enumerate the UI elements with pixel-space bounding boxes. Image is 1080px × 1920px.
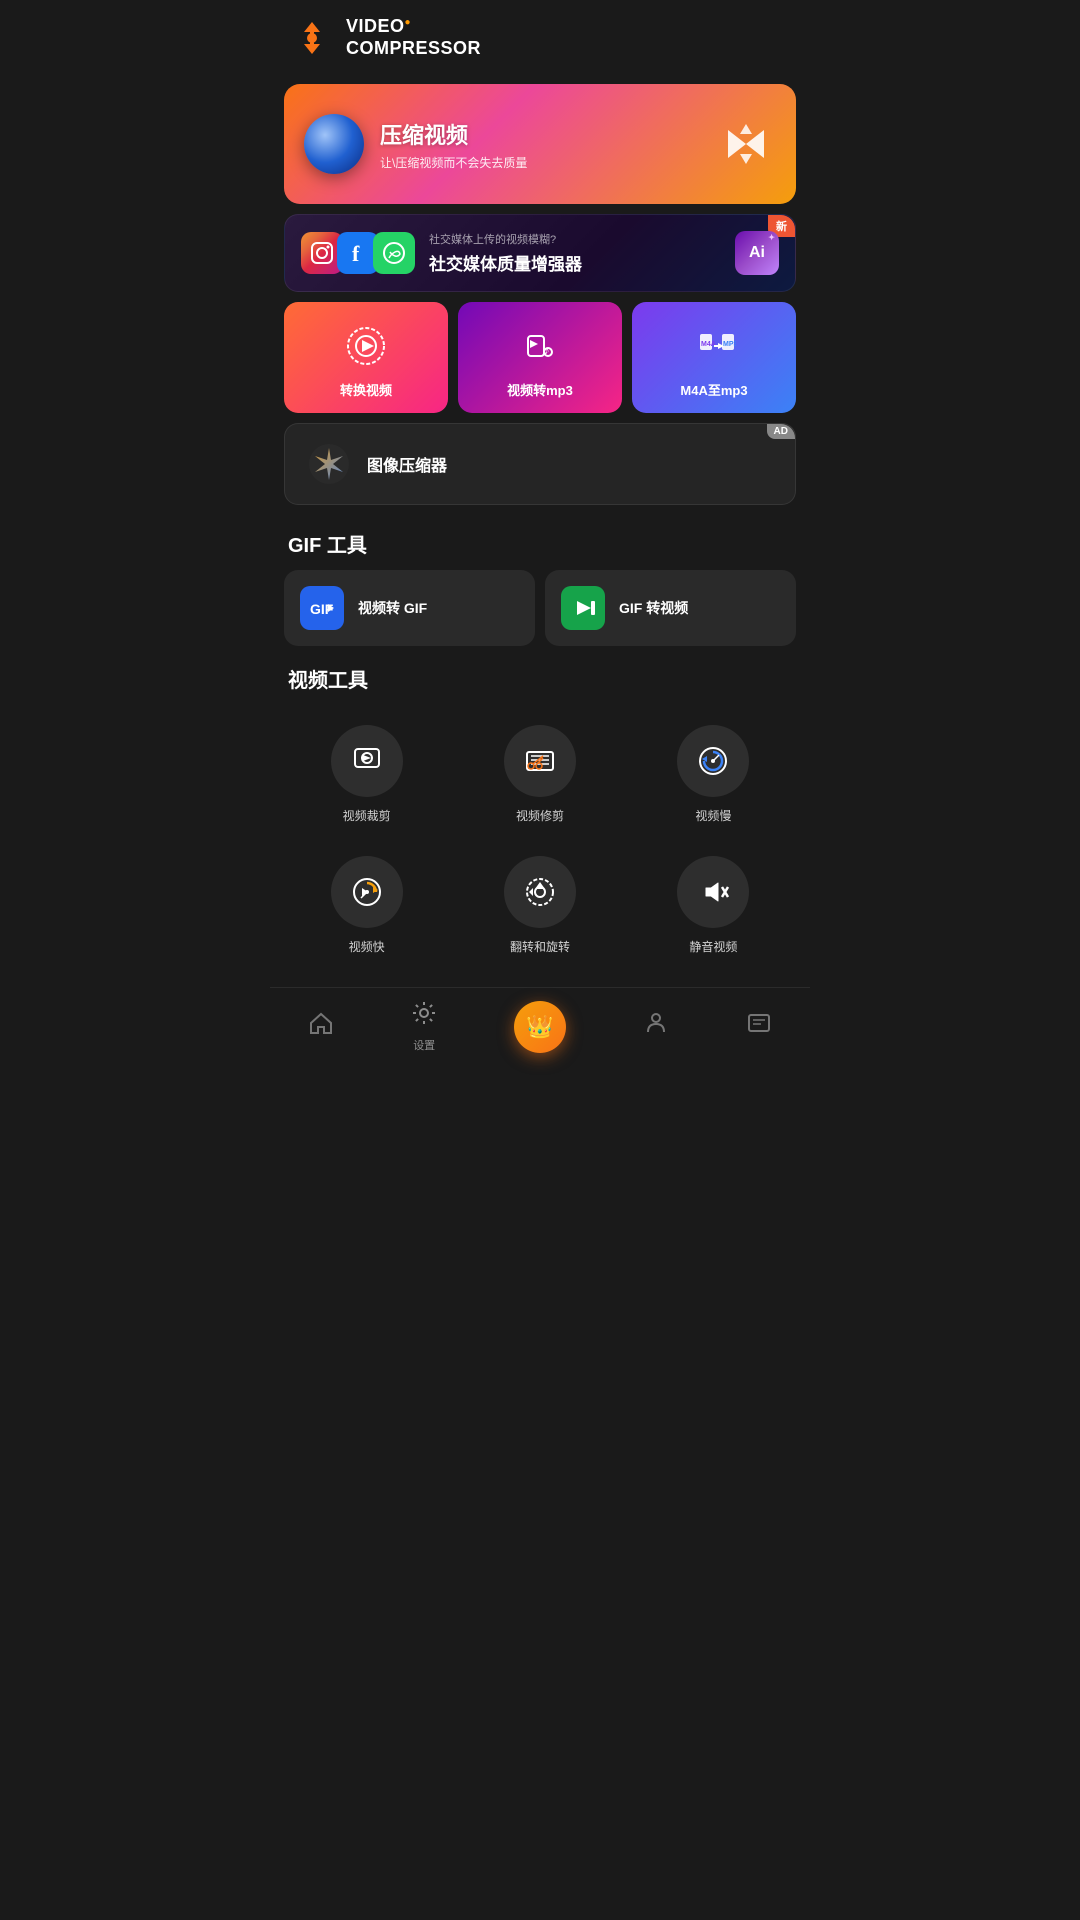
- home-icon: [308, 1010, 334, 1043]
- social-banner-text: 社交媒体上传的视频模糊? 社交媒体质量增强器: [429, 231, 735, 275]
- crown-icon: 👑: [526, 1014, 553, 1040]
- video-to-gif-icon: GIF: [300, 586, 344, 630]
- video-fast-label: 视频快: [349, 938, 385, 955]
- ai-label: Ai: [749, 244, 765, 262]
- social-sub-text: 社交媒体上传的视频模糊?: [429, 231, 735, 247]
- banner-subtitle: 让\压缩视频而不会失去质量: [380, 154, 527, 171]
- placeholder-icon-2: [746, 1010, 772, 1043]
- svg-text:M4A: M4A: [701, 341, 716, 348]
- m4a-to-mp3-label: M4A至mp3: [680, 380, 747, 399]
- video-fast-item[interactable]: 视频快: [280, 840, 453, 971]
- social-banner[interactable]: 新 f 社交媒体上传的视频模糊? 社交媒体质量增强器 Ai: [284, 214, 796, 292]
- svg-text:f: f: [352, 241, 360, 266]
- video-trim-item[interactable]: 视频修剪: [453, 709, 626, 840]
- image-compressor-icon: [305, 440, 353, 488]
- nav-settings[interactable]: 设置: [411, 1000, 437, 1053]
- video-slow-label: 视频慢: [695, 807, 731, 824]
- gif-to-video-label: GIF 转视频: [619, 598, 688, 618]
- banner-text: 压缩视频 让\压缩视频而不会失去质量: [380, 118, 527, 171]
- banner-title: 压缩视频: [380, 118, 527, 150]
- gif-section-title: GIF 工具: [270, 515, 810, 566]
- video-crop-label: 视频裁剪: [343, 807, 391, 824]
- banner-icon: [716, 114, 776, 174]
- tool-cards-row: 转换视频 ♪ 视频转mp3 M4A MP3 M4A至mp3: [284, 302, 796, 413]
- convert-video-icon: [342, 322, 390, 370]
- settings-icon: [411, 1000, 437, 1033]
- nav-placeholder-2[interactable]: [746, 1010, 772, 1043]
- mute-video-label: 静音视频: [689, 938, 737, 955]
- video-crop-icon: [331, 725, 403, 797]
- placeholder-icon-1: [643, 1010, 669, 1043]
- video-trim-label: 视频修剪: [516, 807, 564, 824]
- video-to-mp3-card[interactable]: ♪ 视频转mp3: [458, 302, 622, 413]
- whatsapp-icon: [373, 232, 415, 274]
- main-banner[interactable]: 压缩视频 让\压缩视频而不会失去质量: [284, 84, 796, 204]
- video-to-mp3-label: 视频转mp3: [507, 380, 573, 399]
- video-to-gif-label: 视频转 GIF: [358, 598, 427, 618]
- nav-home[interactable]: [308, 1010, 334, 1043]
- video-slow-item[interactable]: 视频慢: [627, 709, 800, 840]
- bottom-nav: 设置 👑: [270, 987, 810, 1073]
- svg-text:MP3: MP3: [723, 341, 736, 348]
- convert-video-card[interactable]: 转换视频: [284, 302, 448, 413]
- gif-tools: GIF 视频转 GIF GIF 转视频: [284, 570, 796, 646]
- social-icons: f: [301, 232, 409, 274]
- banner-content: 压缩视频 让\压缩视频而不会失去质量: [304, 114, 527, 174]
- video-to-gif-card[interactable]: GIF 视频转 GIF: [284, 570, 535, 646]
- nav-placeholder-1[interactable]: [643, 1010, 669, 1043]
- flip-rotate-label: 翻转和旋转: [510, 938, 570, 955]
- mute-video-item[interactable]: 静音视频: [627, 840, 800, 971]
- title-dot: ●: [405, 17, 412, 28]
- video-fast-icon: [331, 856, 403, 928]
- video-tools-grid: 视频裁剪 视频修剪: [270, 701, 810, 979]
- ai-badge: Ai: [735, 231, 779, 275]
- video-slow-icon: [677, 725, 749, 797]
- title-line2: Compressor: [346, 38, 481, 58]
- image-compressor-label: 图像压缩器: [367, 452, 447, 476]
- app-logo: [290, 16, 334, 60]
- ad-badge: AD: [767, 424, 795, 439]
- nav-center-button[interactable]: 👑: [514, 1001, 566, 1053]
- social-main-text: 社交媒体质量增强器: [429, 250, 735, 275]
- video-crop-item[interactable]: 视频裁剪: [280, 709, 453, 840]
- video-trim-icon: [504, 725, 576, 797]
- gif-to-video-icon: [561, 586, 605, 630]
- gif-to-video-card[interactable]: GIF 转视频: [545, 570, 796, 646]
- video-section-title: 视频工具: [270, 650, 810, 701]
- flip-rotate-icon: [504, 856, 576, 928]
- app-header: Video● Compressor: [270, 0, 810, 76]
- video-to-mp3-icon: ♪: [516, 322, 564, 370]
- ad-banner[interactable]: AD 图像压缩器: [284, 423, 796, 505]
- m4a-to-mp3-card[interactable]: M4A MP3 M4A至mp3: [632, 302, 796, 413]
- app-title: Video● Compressor: [346, 16, 481, 59]
- m4a-to-mp3-icon: M4A MP3: [690, 322, 738, 370]
- mute-video-icon: [677, 856, 749, 928]
- convert-video-label: 转换视频: [340, 380, 392, 399]
- title-line1: Video: [346, 16, 405, 36]
- settings-label: 设置: [413, 1037, 435, 1053]
- flip-rotate-item[interactable]: 翻转和旋转: [453, 840, 626, 971]
- banner-sphere: [304, 114, 364, 174]
